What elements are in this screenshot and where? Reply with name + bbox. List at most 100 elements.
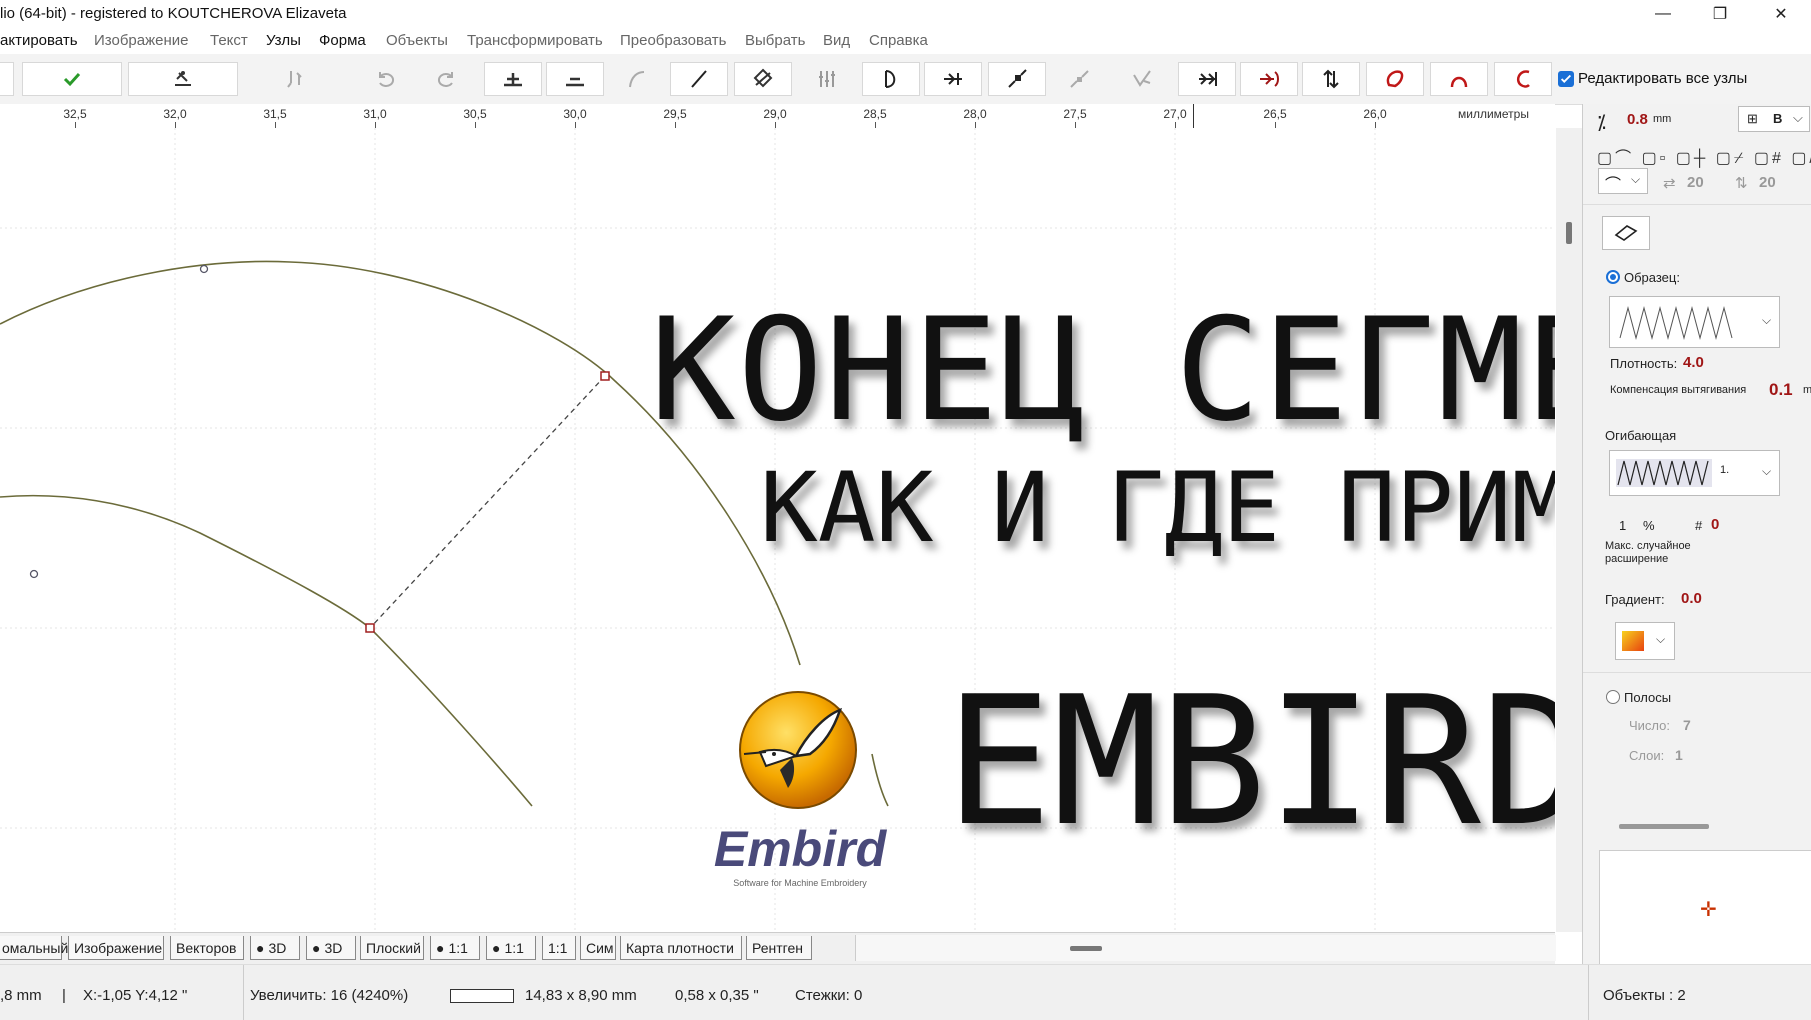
menu-edit[interactable]: актировать <box>0 32 78 49</box>
status-separator: | <box>62 987 66 1004</box>
redo-button[interactable] <box>422 62 472 96</box>
tab-density-map[interactable]: Карта плотности <box>620 936 742 960</box>
hash-value[interactable]: 0 <box>1711 516 1719 533</box>
design-canvas[interactable]: КОНЕЦ СЕГМЕНТА КАК И ГДЕ ПРИМЕНЯТЬ EMBIR… <box>0 128 1555 932</box>
ruler-label: 27,5 <box>1063 107 1087 121</box>
sample-label: Образец: <box>1624 270 1680 285</box>
tab-1to1[interactable]: ● 1:1 <box>430 936 480 960</box>
line-type-dropdown[interactable]: ⌒ ⌵ <box>1598 168 1648 194</box>
tab-3d-alt[interactable]: ● 3D <box>306 936 356 960</box>
menu-select[interactable]: Выбрать <box>745 32 805 49</box>
envelope-dropdown[interactable]: 1. ⌵ <box>1609 450 1780 496</box>
maximize-button[interactable]: ❐ <box>1697 0 1743 28</box>
curve-segment-button[interactable] <box>612 62 662 96</box>
redo-icon <box>438 72 453 87</box>
open-path-icon <box>1450 76 1468 88</box>
node-order-button[interactable] <box>1302 62 1360 96</box>
reverse-direction-button[interactable] <box>1178 62 1236 96</box>
compensation-value[interactable]: 0.1 <box>1769 380 1793 400</box>
stitch-width-value[interactable]: 0.8 <box>1627 111 1648 128</box>
fill-shape-button[interactable] <box>1602 216 1650 250</box>
curve-type-icon: ⌒ <box>1605 177 1622 194</box>
cut-path-button[interactable] <box>1494 62 1552 96</box>
hash-icon: # <box>1695 518 1703 533</box>
menu-objects[interactable]: Объекты <box>386 32 448 49</box>
tab-vectors[interactable]: Векторов <box>170 936 244 960</box>
tab-3d[interactable]: ● 3D <box>250 936 300 960</box>
percent-value: 1 <box>1619 518 1627 533</box>
tab-1to1-alt[interactable]: ● 1:1 <box>486 936 536 960</box>
stripes-radio[interactable] <box>1606 690 1620 704</box>
open-path-button[interactable] <box>1430 62 1488 96</box>
menu-convert[interactable]: Преобразовать <box>620 32 726 49</box>
tab-1to1-plain[interactable]: 1:1 <box>542 936 576 960</box>
menu-text[interactable]: Текст <box>210 32 248 49</box>
smooth-node-button[interactable] <box>988 62 1046 96</box>
gradient-swatch <box>1622 631 1644 651</box>
logo-wordmark: Embird <box>713 821 887 877</box>
title-bar: lio (64-bit) - registered to KOUTCHEROVA… <box>0 0 1811 28</box>
stitch-type-icons[interactable]: ▢⌒ ▢▫ ▢┼ ▢⌿ ▢# ▢/ <box>1597 144 1811 168</box>
apply-button[interactable] <box>22 62 122 96</box>
status-dimensions-inch: 0,58 x 0,35 " <box>675 987 759 1004</box>
overlay-brand: EMBIRD <box>945 658 1555 865</box>
tab-sim[interactable]: Сим <box>580 936 616 960</box>
tab-image[interactable]: Изображение <box>68 936 164 960</box>
vertical-scrollbar[interactable] <box>1556 128 1582 932</box>
density-value[interactable]: 4.0 <box>1683 354 1704 371</box>
panel-scroll-thumb[interactable] <box>1619 824 1709 829</box>
preset-dropdown[interactable]: ⊞ B ⌵ <box>1738 106 1810 132</box>
gradient-value[interactable]: 0.0 <box>1681 590 1702 607</box>
break-node-button[interactable] <box>734 62 792 96</box>
cut-path-icon <box>1517 70 1530 88</box>
status-dimensions-mm: 14,83 x 8,90 mm <box>525 987 637 1004</box>
status-zoom: Увеличить: 16 (4240%) <box>250 987 409 1004</box>
line-segment-button[interactable] <box>670 62 728 96</box>
gradient-color-dropdown[interactable]: ⌵ <box>1615 622 1675 660</box>
sample-radio[interactable] <box>1606 270 1620 284</box>
close-button[interactable]: ✕ <box>1758 0 1804 28</box>
menu-transform[interactable]: Трансформировать <box>467 32 603 49</box>
join-nodes-button[interactable] <box>924 62 982 96</box>
delete-node-button[interactable] <box>546 62 604 96</box>
undo-button[interactable] <box>360 62 410 96</box>
ruler-label: 32,0 <box>163 107 187 121</box>
node-point[interactable] <box>29 569 39 579</box>
logo-tagline: Software for Machine Embroidery <box>733 878 867 888</box>
menu-image[interactable]: Изображение <box>94 32 189 49</box>
node-order-icon <box>1323 69 1339 89</box>
tab-xray[interactable]: Рентген <box>746 936 812 960</box>
tab-normal[interactable]: омальный <box>0 936 68 960</box>
sample-pattern-dropdown[interactable]: ⌵ <box>1609 296 1780 348</box>
segment-end-line[interactable] <box>369 375 606 629</box>
horizontal-scrollbar[interactable] <box>855 935 1556 961</box>
selected-node[interactable] <box>600 371 610 381</box>
menu-help[interactable]: Справка <box>869 32 928 49</box>
segment-end-button[interactable] <box>862 62 920 96</box>
menu-nodes[interactable]: Узлы <box>266 32 301 49</box>
envelope-label: Огибающая <box>1605 428 1677 443</box>
curve-segment-icon <box>629 71 645 88</box>
node-point[interactable] <box>199 264 209 274</box>
align-nodes-button[interactable] <box>800 62 854 96</box>
stitch-tool-button[interactable] <box>128 62 238 96</box>
close-path-button[interactable] <box>1366 62 1424 96</box>
tab-flat[interactable]: Плоский <box>360 936 424 960</box>
selected-node[interactable] <box>365 623 375 633</box>
toolbar-button-partial[interactable] <box>0 62 14 96</box>
extract-segment-button[interactable] <box>1240 62 1298 96</box>
edit-all-nodes-label[interactable]: Редактировать все узлы <box>1578 70 1747 87</box>
horizontal-scroll-thumb[interactable] <box>1070 946 1102 951</box>
inner-curve[interactable] <box>0 494 533 807</box>
menu-shape[interactable]: Форма <box>319 32 366 49</box>
edit-all-nodes-checkbox[interactable] <box>1558 71 1574 87</box>
menu-view[interactable]: Вид <box>823 32 850 49</box>
pen-tool-button[interactable] <box>270 62 320 96</box>
stitch-tool-icon <box>175 71 191 86</box>
add-node-button[interactable] <box>484 62 542 96</box>
minimize-button[interactable]: — <box>1640 0 1686 28</box>
symmetric-node-button[interactable] <box>1054 62 1104 96</box>
cusp-node-button[interactable] <box>1114 62 1170 96</box>
ruler-label: 31,0 <box>363 107 387 121</box>
vertical-scroll-thumb[interactable] <box>1566 222 1572 244</box>
